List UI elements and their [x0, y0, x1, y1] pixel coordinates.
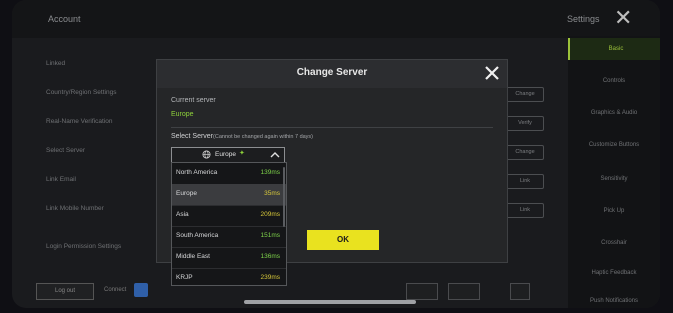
select-server-title: Select Server: [171, 133, 214, 140]
bg-tab-graphics[interactable]: Graphics & Audio: [568, 110, 660, 116]
background-bottom-button-2[interactable]: [448, 283, 480, 300]
bg-row-link-email: Link Email: [46, 176, 76, 183]
chevron-up-icon: [270, 152, 280, 158]
background-connect-label: Connect: [104, 287, 127, 293]
bg-pill-link-1[interactable]: Link: [506, 174, 544, 189]
server-ping: 239ms: [260, 274, 280, 281]
bg-row-login-permission: Login Permission Settings: [46, 243, 122, 250]
dialog-title: Change Server: [296, 67, 368, 78]
bg-tab-basic[interactable]: Basic: [568, 38, 660, 60]
selected-server-value: Europe: [215, 151, 236, 158]
server-option-south-america[interactable]: South America 151ms: [172, 226, 286, 248]
server-option-asia[interactable]: Asia 209ms: [172, 205, 286, 227]
bg-pill-link-2[interactable]: Link: [506, 203, 544, 218]
server-name: Asia: [176, 211, 189, 218]
bg-tab-push[interactable]: Push Notifications: [568, 298, 660, 304]
server-option-north-america[interactable]: North America 139ms: [172, 163, 286, 185]
server-option-middle-east[interactable]: Middle East 136ms: [172, 247, 286, 269]
server-dropdown-list: North America 139ms Europe 35ms Asia 209…: [171, 162, 287, 286]
bg-row-link-mobile: Link Mobile Number: [46, 205, 104, 212]
bg-tab-customize[interactable]: Customize Buttons: [568, 142, 660, 148]
game-frame: Account Settings ✕ Linked Country/Region…: [12, 0, 660, 308]
bg-tab-haptic[interactable]: Haptic Feedback: [568, 270, 660, 276]
server-name: Europe: [176, 190, 197, 197]
current-server-label: Current server: [171, 97, 216, 104]
dialog-divider: [171, 127, 493, 128]
dialog-header: Change Server: [157, 60, 507, 88]
bg-row-realname: Real-Name Verification: [46, 118, 113, 125]
background-logout-button[interactable]: Log out: [36, 283, 94, 300]
globe-icon: [202, 150, 211, 159]
facebook-icon[interactable]: [134, 283, 148, 297]
background-account-title: Account: [48, 14, 81, 24]
bg-row-country: Country/Region Settings: [46, 89, 117, 96]
bg-pill-change-1[interactable]: Change: [506, 87, 544, 102]
background-settings-title: Settings: [567, 14, 600, 24]
server-name: North America: [176, 169, 218, 176]
select-server-note: (Cannot be changed again within 7 days): [213, 134, 314, 140]
selected-marker-icon: ✦: [239, 150, 245, 157]
server-ping: 35ms: [264, 190, 280, 197]
bg-row-select-server: Select Server: [46, 147, 86, 154]
background-bottom-button-1[interactable]: [406, 283, 438, 300]
server-ping: 139ms: [260, 169, 280, 176]
server-ping: 209ms: [260, 211, 280, 218]
bg-pill-verify[interactable]: Verify: [506, 116, 544, 131]
close-icon[interactable]: [482, 63, 502, 83]
select-server-label: Select Server(Cannot be changed again wi…: [171, 133, 313, 140]
server-name: South America: [176, 232, 219, 239]
server-name: KRJP: [176, 274, 193, 281]
current-server-value: Europe: [171, 111, 194, 118]
background-close-icon[interactable]: ✕: [614, 7, 632, 29]
dropdown-scrollbar[interactable]: [283, 167, 285, 227]
bg-pill-change-2[interactable]: Change: [506, 145, 544, 160]
background-settings-tabs: Basic Controls Graphics & Audio Customiz…: [568, 36, 660, 308]
bg-tab-controls[interactable]: Controls: [568, 78, 660, 84]
bg-tab-sensitivity[interactable]: Sensitivity: [568, 176, 660, 182]
server-option-krjp[interactable]: KRJP 239ms: [172, 268, 286, 285]
server-select[interactable]: Europe ✦: [171, 147, 285, 163]
server-ping: 151ms: [260, 232, 280, 239]
bg-tab-crosshair[interactable]: Crosshair: [568, 240, 660, 246]
server-ping: 136ms: [260, 253, 280, 260]
home-indicator[interactable]: [244, 300, 416, 304]
bg-tab-pickup[interactable]: Pick Up: [568, 208, 660, 214]
background-bottom-button-3[interactable]: [510, 283, 530, 300]
server-option-europe[interactable]: Europe 35ms: [172, 184, 286, 206]
background-top-bar: Account Settings ✕: [12, 0, 660, 38]
change-server-dialog: Change Server Current server Europe Sele…: [156, 59, 508, 286]
server-name: Middle East: [176, 253, 210, 260]
ok-button[interactable]: OK: [307, 230, 379, 250]
bg-row-linked: Linked: [46, 60, 66, 67]
